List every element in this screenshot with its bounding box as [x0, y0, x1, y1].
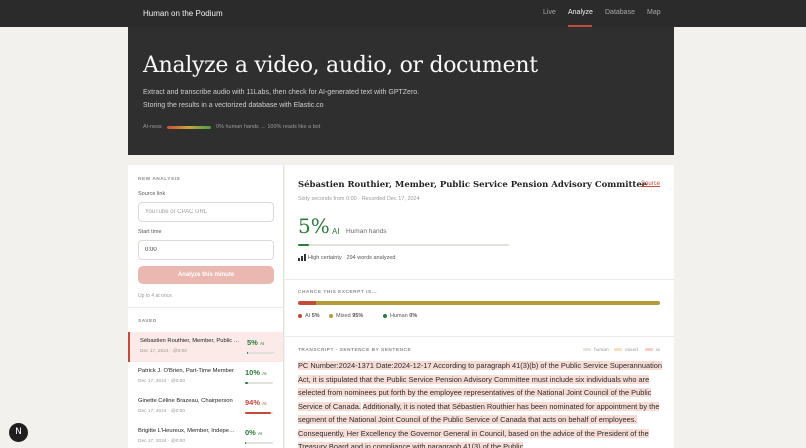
nav-live[interactable]: Live — [543, 9, 556, 16]
hero-description-line2: Storing the results in a vectorized data… — [143, 102, 324, 109]
saved-item-meter-fill — [245, 442, 246, 444]
saved-item-meter-fill — [245, 382, 248, 384]
transcript-legend-label: ai — [656, 348, 660, 353]
saved-item-meta: Dec 17, 2024 · @0:00 — [138, 439, 186, 444]
chance-label: Mixed — [336, 313, 351, 319]
chance-stacked-bar — [298, 301, 660, 305]
saved-item-meter-fill — [245, 412, 272, 414]
chance-heading: CHANCE THIS EXCERPT IS... — [298, 290, 378, 295]
saved-item-ai-pct: 94% AI — [245, 398, 267, 407]
start-time-label: Start time — [138, 229, 162, 235]
transcript-body: PC Number:2024-1371 Date:2024-12-17 Acco… — [298, 359, 664, 448]
ai-score-meter-fill — [298, 244, 309, 246]
page-title: Analyze a video, audio, or document — [143, 53, 538, 78]
saved-item[interactable]: Sébastien Routhier, Member, Public Servi… — [128, 332, 283, 362]
saved-item-meta: Dec 17, 2024 · @0:00 — [138, 379, 186, 384]
saved-item-meter — [245, 382, 273, 384]
certainty-line: High certainty · 294 words analyzed — [308, 255, 396, 261]
ai-score-meter — [298, 244, 509, 246]
chance-value: 5% — [311, 313, 320, 319]
transcript-heading: TRANSCRIPT · SENTENCE BY SENTENCE — [298, 348, 412, 353]
nav-analyze[interactable]: Analyze — [568, 9, 593, 16]
analyze-button[interactable]: Analyze this minute — [138, 266, 274, 284]
source-link-label: Source link — [138, 191, 166, 197]
ai-ness-legend-text: 0% human hands → 100% reads like a bot — [216, 124, 321, 130]
nav-database[interactable]: Database — [605, 9, 635, 16]
transcript-legend-ai: ai — [645, 348, 660, 353]
chance-value: 0% — [409, 313, 418, 319]
saved-item-pct-value: 0% — [245, 428, 256, 437]
saved-item-title: Ginette Céline Brazeau, Chairperson — [138, 398, 233, 404]
verdict-text: Human hands — [346, 228, 387, 235]
ai-score: 5% — [298, 214, 330, 238]
chance-legend-ai: AI 5% — [298, 313, 320, 319]
ai-ness-gradient-bar — [167, 126, 211, 129]
legend-swatch — [583, 348, 591, 352]
chance-value: 95% — [352, 313, 364, 319]
top-navbar: Human on the Podium Live Analyze Databas… — [0, 0, 806, 27]
saved-item-ai-suffix: AI — [262, 372, 267, 377]
section-divider — [285, 336, 674, 337]
transcript-legend-label: mixed — [625, 348, 638, 353]
hero-banner: Analyze a video, audio, or document Extr… — [128, 27, 674, 155]
saved-item-meter — [247, 352, 275, 354]
saved-item[interactable]: Brigitte L'Heureux, Member, Independent D… — [128, 422, 283, 448]
next-logo-button[interactable]: N — [9, 423, 28, 442]
chance-legend-human: Human 0% — [383, 313, 417, 319]
ai-score-unit: AI — [332, 227, 340, 236]
saved-item-title: Patrick J. O'Brien, Part-Time Member — [138, 368, 234, 374]
transcript-legend-mixed: mixed — [614, 348, 638, 353]
chance-label: Human — [390, 313, 408, 319]
legend-dot — [383, 313, 387, 318]
section-divider — [285, 279, 674, 280]
chance-label: AI — [305, 313, 311, 319]
transcript-legend-human: human — [583, 348, 609, 353]
transcript-legend-label: human — [594, 348, 609, 353]
source-link-input[interactable] — [138, 202, 274, 222]
certainty-label: High certainty — [308, 255, 342, 261]
chance-segment-mixed — [316, 301, 660, 305]
brand-title[interactable]: Human on the Podium — [143, 9, 223, 18]
saved-item-meta: Dec 17, 2024 · @0:00 — [140, 349, 188, 354]
words-analyzed: 294 words analyzed — [346, 255, 396, 261]
saved-item-ai-suffix: AI — [262, 402, 267, 407]
chance-segment-ai — [298, 301, 317, 305]
saved-item-meter — [245, 442, 273, 444]
legend-swatch — [614, 348, 622, 352]
analysis-detail-panel: Sébastien Routhier, Member, Public Servi… — [285, 165, 674, 448]
nav-map[interactable]: Map — [647, 9, 661, 16]
start-time-input[interactable] — [138, 240, 274, 260]
saved-item-meter-fill — [247, 352, 249, 354]
saved-item-pct-value: 5% — [247, 338, 258, 347]
saved-item[interactable]: Ginette Céline Brazeau, Chairperson Dec 1… — [128, 392, 283, 422]
source-link[interactable]: Source — [641, 181, 660, 187]
section-divider — [128, 307, 284, 308]
certainty-bars-icon — [298, 254, 306, 261]
chance-legend-mixed: Mixed 95% — [329, 313, 363, 319]
saved-item-ai-pct: 5% AI — [247, 338, 264, 347]
left-panel: NEW ANALYSIS Source link Start time Anal… — [128, 165, 284, 448]
saved-item-title: Sébastien Routhier, Member, Public Servi… — [140, 338, 240, 344]
saved-heading: SAVED — [138, 319, 157, 324]
saved-item-ai-suffix: AI — [257, 432, 263, 437]
transcript-sentence[interactable]: Consequently, Her Excellency the Governo… — [298, 428, 649, 448]
batch-hint: Up to 4 at once. — [138, 293, 174, 299]
saved-item-meta: Dec 17, 2024 · @0:00 — [138, 409, 186, 414]
saved-item-ai-pct: 0% AI — [245, 428, 262, 437]
legend-swatch — [645, 348, 653, 352]
hero-description-line1: Extract and transcribe audio with 11Labs… — [143, 89, 420, 96]
saved-item[interactable]: Patrick J. O'Brien, Part-Time Member Dec … — [128, 362, 283, 392]
saved-item-pct-value: 10% — [245, 368, 261, 377]
saved-item-pct-value: 94% — [245, 398, 261, 407]
legend-dot — [298, 313, 302, 318]
saved-item-title: Brigitte L'Heureux, Member, Independent — [138, 428, 238, 434]
new-analysis-heading: NEW ANALYSIS — [138, 177, 181, 182]
legend-dot — [329, 313, 333, 318]
saved-item-ai-suffix: AI — [259, 342, 265, 347]
analysis-meta: Sixty seconds from 0:00 · Recorded Dec 1… — [298, 196, 420, 202]
ai-ness-legend-label: AI-ness — [143, 124, 162, 130]
saved-item-meter — [245, 412, 273, 414]
analysis-title: Sébastien Routhier, Member, Public Servi… — [298, 180, 648, 190]
saved-item-ai-pct: 10% AI — [245, 368, 267, 377]
